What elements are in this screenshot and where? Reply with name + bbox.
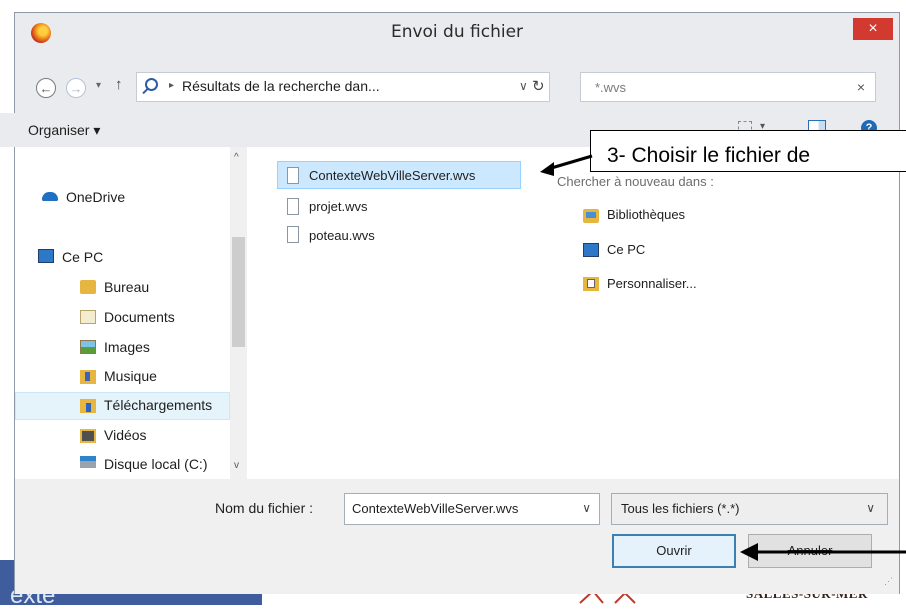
sidebar-item-label: OneDrive: [66, 189, 126, 205]
file-type-value: Tous les fichiers (*.*): [621, 501, 740, 516]
recent-locations-dropdown[interactable]: ▾: [96, 80, 101, 91]
libraries-icon: [583, 209, 599, 223]
disk-icon: [80, 456, 96, 468]
search-again-label: Personnaliser...: [607, 276, 697, 291]
forward-button[interactable]: →: [66, 78, 86, 98]
search-input[interactable]: *.wvs ×: [580, 72, 876, 102]
organiser-menu[interactable]: Organiser ▾: [28, 122, 100, 139]
downloads-folder-icon: [80, 399, 96, 413]
sidebar-item-label: Téléchargements: [104, 397, 213, 413]
file-name: ContexteWebVilleServer.wvs: [309, 168, 476, 183]
scroll-up-arrow[interactable]: ^: [234, 152, 239, 163]
sidebar-item-label: Bureau: [104, 279, 150, 295]
file-type-dropdown[interactable]: ∨: [866, 501, 875, 515]
annotation-text: 3- Choisir le fichier de: [607, 144, 811, 167]
address-dropdown[interactable]: ∨: [519, 79, 528, 93]
images-folder-icon: [80, 340, 96, 354]
sidebar-item-label: Disque local (C:): [104, 456, 208, 472]
clear-search-button[interactable]: ×: [857, 79, 865, 95]
sidebar-item-label: Documents: [104, 309, 175, 325]
sidebar-item-label: Images: [104, 339, 150, 355]
desktop-folder-icon: [80, 280, 96, 294]
pc-icon: [583, 243, 599, 257]
close-button[interactable]: ×: [853, 18, 893, 40]
resize-grip-icon[interactable]: ⋰: [884, 576, 893, 587]
filename-dropdown[interactable]: ∨: [582, 501, 591, 515]
cloud-icon: [42, 192, 58, 201]
up-button[interactable]: ↑: [115, 76, 123, 93]
back-button[interactable]: ←: [36, 78, 56, 98]
annotation-callout: 3- Choisir le fichier de: [590, 130, 906, 172]
annotation-arrow-icon: [740, 543, 906, 561]
sidebar-item-label: Ce PC: [62, 249, 104, 265]
file-name: projet.wvs: [309, 199, 368, 214]
file-icon: [287, 226, 299, 243]
documents-folder-icon: [80, 310, 96, 324]
search-again-label: Bibliothèques: [607, 207, 686, 222]
chevron-right-icon: ▸: [169, 80, 175, 91]
filename-value: ContexteWebVilleServer.wvs: [352, 501, 519, 516]
address-bar[interactable]: ▸ Résultats de la recherche dan... ∨: [136, 72, 550, 102]
videos-folder-icon: [80, 429, 96, 443]
search-again-heading: Chercher à nouveau dans :: [557, 174, 714, 189]
sidebar-item-label: Musique: [104, 368, 157, 384]
music-folder-icon: [80, 370, 96, 384]
sidebar-item-label: Vidéos: [104, 427, 147, 443]
dialog-title: Envoi du fichier: [390, 22, 524, 42]
annotation-arrow-icon: [540, 154, 593, 176]
customize-icon: [583, 277, 599, 291]
refresh-button[interactable]: ↻: [532, 77, 545, 95]
scroll-thumb[interactable]: [232, 237, 245, 347]
file-icon: [287, 167, 299, 184]
title-bar: Envoi du fichier ×: [15, 13, 899, 53]
search-value: *.wvs: [595, 80, 627, 95]
file-type-select[interactable]: Tous les fichiers (*.*) ∨: [611, 493, 888, 525]
search-results-icon: [145, 78, 158, 91]
filename-field[interactable]: ContexteWebVilleServer.wvs ∨: [344, 493, 600, 525]
open-button[interactable]: Ouvrir: [612, 534, 736, 568]
file-icon: [287, 198, 299, 215]
scroll-down-arrow[interactable]: v: [234, 460, 239, 471]
filename-label: Nom du fichier :: [215, 500, 314, 516]
file-name: poteau.wvs: [309, 228, 375, 243]
address-path[interactable]: Résultats de la recherche dan...: [182, 78, 380, 94]
pc-icon: [38, 249, 54, 263]
search-again-label: Ce PC: [607, 242, 646, 257]
